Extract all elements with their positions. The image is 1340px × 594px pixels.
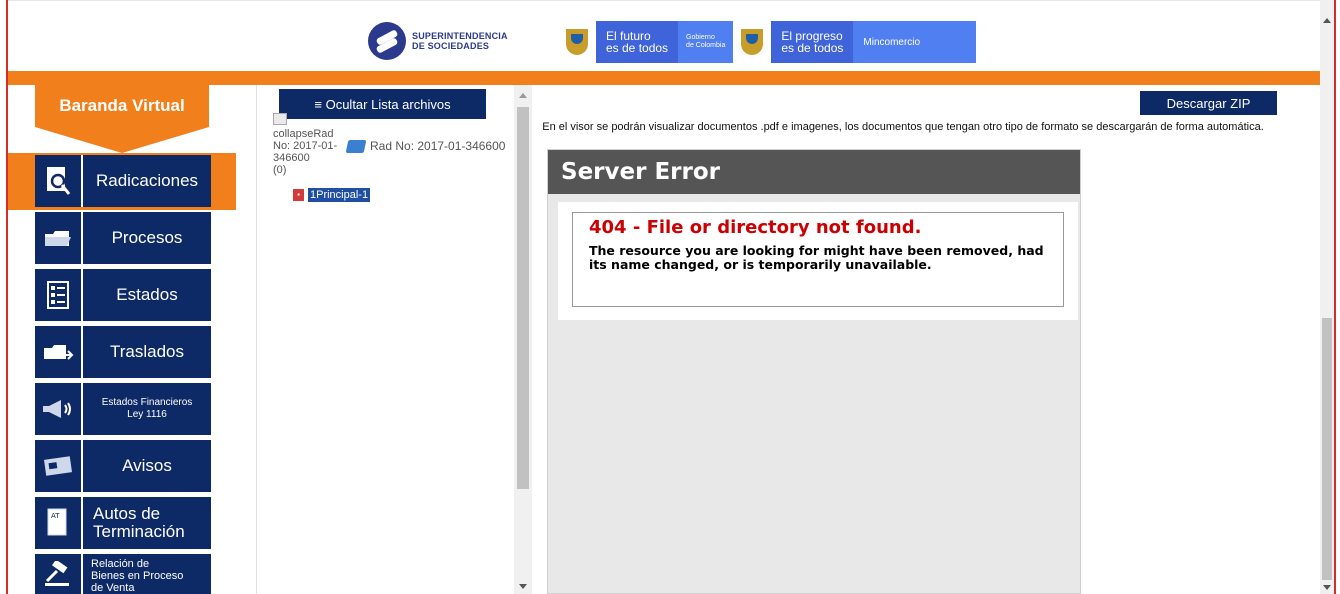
site-header: SUPERINTENDENCIA DE SOCIEDADES El futuro…	[8, 1, 1320, 71]
folder-icon	[35, 212, 83, 264]
label-line-1: Relación de	[91, 558, 150, 570]
label-line-2: Ley 1116	[127, 409, 167, 420]
colombia-shield-icon-2	[733, 21, 772, 63]
window-border-left	[0, 0, 8, 594]
download-zip-button[interactable]: Descargar ZIP	[1140, 91, 1277, 115]
rad-folder[interactable]: Rad No: 2017-01-346600	[345, 139, 506, 153]
supersociedades-logo-text: SUPERINTENDENCIA DE SOCIEDADES	[412, 31, 508, 51]
error-box: 404 - File or directory not found. The r…	[572, 212, 1064, 307]
sidebar-item-label: Relación de Bienes en Proceso de Venta	[83, 554, 211, 594]
header-orange-bar	[8, 71, 1320, 85]
broken-image-icon	[273, 113, 287, 125]
server-error-body: 404 - File or directory not found. The r…	[558, 202, 1078, 320]
sidebar-item-label: Estados	[116, 285, 178, 304]
supersociedades-logo[interactable]: SUPERINTENDENCIA DE SOCIEDADES	[368, 21, 508, 61]
label-line-3: de Venta	[91, 582, 135, 594]
file-item-label: 1Principal-1	[308, 188, 371, 202]
scroll-down-icon[interactable]	[519, 584, 527, 589]
window-border-right	[1334, 0, 1340, 594]
file-item[interactable]: ▪ 1Principal-1	[293, 188, 371, 202]
sidebar-item-radicaciones[interactable]: Radicaciones	[35, 155, 211, 207]
newspaper-icon	[35, 440, 83, 492]
progreso-line-2: es de todos	[781, 41, 844, 55]
sidebar-item-traslados[interactable]: Traslados	[35, 326, 211, 378]
rad-folder-label: Rad No: 2017-01-346600	[370, 139, 506, 153]
collapse-alt-text: collapseRad No: 2017-01-346600	[273, 128, 338, 164]
gavel-icon	[35, 554, 83, 594]
progreso-slogan: El progreso es de todos	[771, 30, 853, 54]
sidebar: Baranda Virtual Radicaciones Procesos Es…	[8, 85, 236, 594]
item-count: (0)	[273, 164, 287, 176]
folder-icon	[345, 139, 367, 153]
file-list-panel: ≡ Ocultar Lista archivos collapseRad No:…	[256, 85, 515, 594]
checklist-icon	[35, 269, 83, 321]
sidebar-item-label: Radicaciones	[95, 171, 199, 190]
baranda-virtual-banner: Baranda Virtual	[35, 85, 209, 153]
colombia-shield-icon	[558, 21, 596, 63]
viewer-note: En el visor se podrán visualizar documen…	[542, 121, 1264, 133]
supersociedades-logo-icon	[368, 22, 406, 60]
error-message: The resource you are looking for might h…	[589, 243, 1044, 272]
gobierno-colombia-label: Gobierno de Colombia	[678, 21, 734, 63]
futuro-slogan: El futuro es de todos	[596, 30, 678, 54]
sidebar-item-relacion-bienes[interactable]: Relación de Bienes en Proceso de Venta	[35, 554, 211, 594]
logo-line-1: SUPERINTENDENCIA	[412, 31, 508, 41]
collapse-toggle[interactable]: collapseRad No: 2017-01-346600 (0)	[273, 113, 345, 176]
sidebar-item-label: Estados Financieros Ley 1116	[83, 397, 211, 421]
label-line-2: Bienes en Proceso	[91, 570, 184, 582]
label-line-1: Autos de	[93, 504, 161, 523]
futuro-line-2: es de todos	[606, 41, 669, 55]
sidebar-item-procesos[interactable]: Procesos	[35, 212, 211, 264]
svg-text:AT: AT	[51, 512, 60, 520]
sidebar-item-avisos[interactable]: Avisos	[35, 440, 211, 492]
error-title: 404 - File or directory not found.	[589, 217, 922, 238]
scrollbar-thumb[interactable]	[517, 107, 529, 489]
sidebar-item-estados-financieros[interactable]: Estados Financieros Ley 1116	[35, 383, 211, 435]
logo-line-2: DE SOCIEDADES	[412, 41, 490, 51]
file-list-scrollbar[interactable]	[514, 85, 532, 594]
government-banner[interactable]: El futuro es de todos Gobierno de Colomb…	[558, 21, 976, 63]
scroll-down-icon[interactable]	[1323, 585, 1331, 590]
mincomercio-label: Mincomercio	[853, 21, 976, 63]
sidebar-item-estados[interactable]: Estados	[35, 269, 211, 321]
baranda-virtual-title: Baranda Virtual	[35, 85, 209, 127]
scroll-up-icon[interactable]	[1323, 18, 1331, 23]
sidebar-item-autos-de-terminacion[interactable]: AT Autos de Terminación	[35, 497, 211, 549]
sidebar-item-label: Autos de Terminación	[83, 505, 211, 541]
page-scrollbar[interactable]	[1320, 0, 1334, 594]
sidebar-item-label: Avisos	[122, 456, 172, 475]
gobierno-line-2: de Colombia	[686, 42, 726, 49]
pdf-icon: ▪	[293, 189, 304, 201]
server-error-header: Server Error	[548, 150, 1080, 194]
scrollbar-thumb[interactable]	[1322, 318, 1332, 580]
baranda-arrow	[35, 127, 209, 153]
sidebar-item-label: Procesos	[111, 228, 183, 247]
gobierno-line-1: Gobierno	[686, 34, 715, 41]
sidebar-item-label: Traslados	[109, 342, 184, 361]
document-at-icon: AT	[35, 497, 83, 549]
label-line-1: Estados Financieros	[101, 397, 193, 408]
viewer-frame[interactable]: Server Error 404 - File or directory not…	[547, 149, 1081, 594]
scroll-up-icon[interactable]	[519, 93, 527, 98]
megaphone-icon	[35, 383, 83, 435]
folder-transfer-icon	[35, 326, 83, 378]
search-document-icon	[35, 155, 83, 207]
document-viewer: Descargar ZIP En el visor se podrán visu…	[532, 85, 1320, 594]
label-line-2: Terminación	[93, 522, 185, 541]
